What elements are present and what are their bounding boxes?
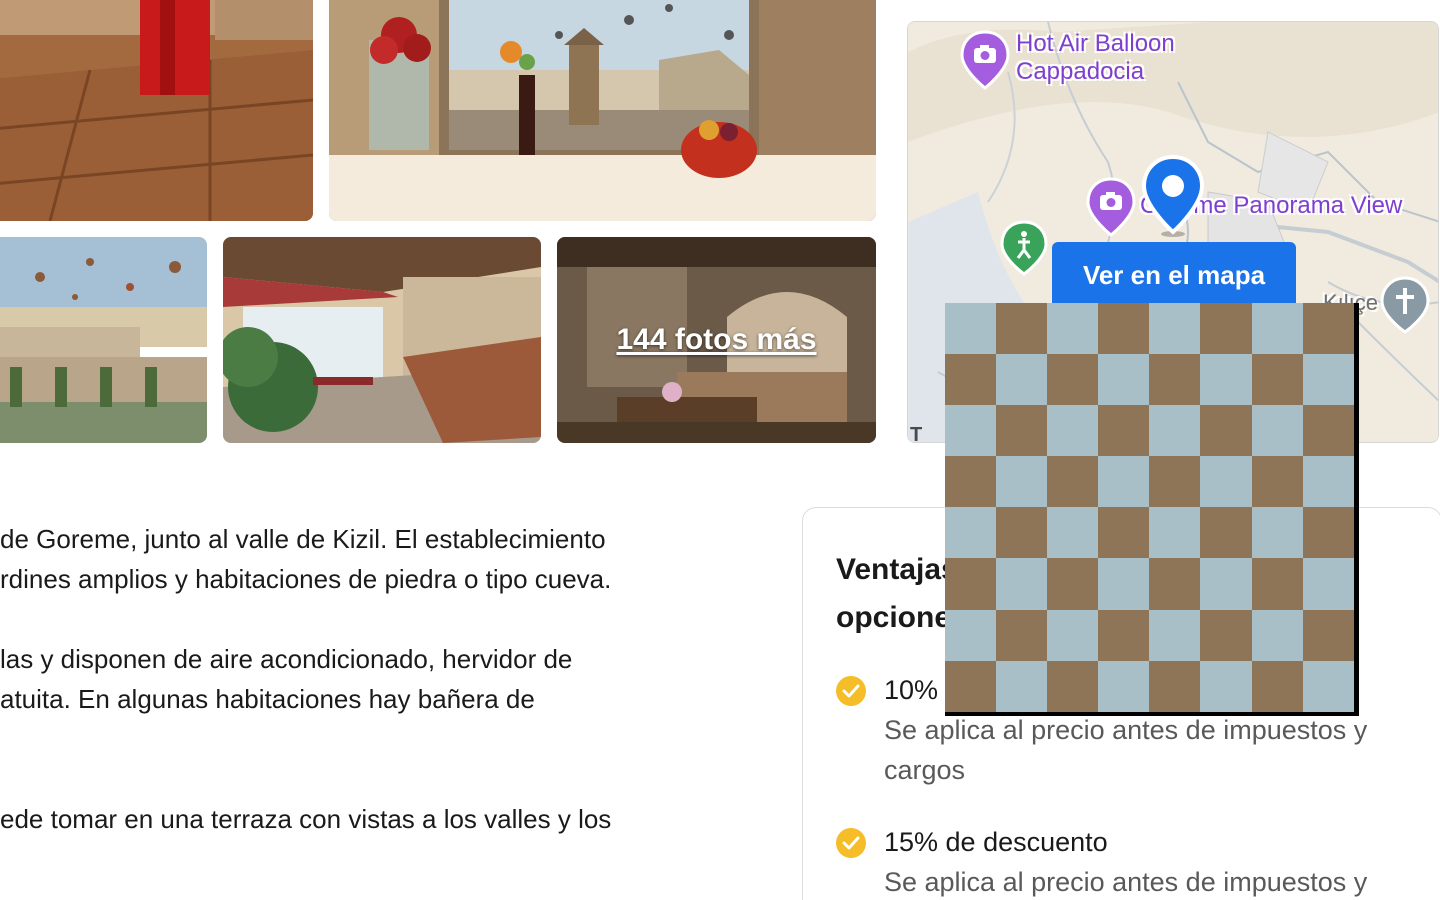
checker-square [1251, 405, 1303, 457]
checker-square [1251, 507, 1303, 559]
checker-square [1098, 354, 1150, 406]
checker-square [1200, 456, 1252, 508]
checker-square [1047, 558, 1099, 610]
checker-square [1047, 303, 1099, 355]
checker-square [1200, 507, 1252, 559]
description-line: las y disponen de aire acondicionado, he… [0, 644, 573, 674]
checker-square [1200, 354, 1252, 406]
checker-square [996, 405, 1048, 457]
checker-square [1098, 405, 1150, 457]
benefit-title: 10% [884, 675, 939, 705]
checker-square [1149, 558, 1201, 610]
checker-square [1098, 609, 1150, 661]
checker-square [1251, 354, 1303, 406]
checker-square [996, 558, 1048, 610]
checker-square [1200, 303, 1252, 355]
checker-square [945, 558, 997, 610]
checker-square [1200, 558, 1252, 610]
checker-square [1149, 354, 1201, 406]
description-line: atuita. En algunas habitaciones hay bañe… [0, 684, 535, 714]
checker-square [945, 303, 997, 355]
checker-square [996, 354, 1048, 406]
benefits-title-line1: Ventajas [836, 553, 958, 586]
checkerboard-overlay [945, 303, 1359, 716]
checker-square [1098, 660, 1150, 712]
checker-square [945, 354, 997, 406]
checker-square [1098, 456, 1150, 508]
camera-poi-icon-panorama[interactable] [1086, 177, 1136, 239]
checker-square [1098, 558, 1150, 610]
checker-square [1047, 609, 1099, 661]
checker-square [996, 456, 1048, 508]
description-line: ede tomar en una terraza con vistas a lo… [0, 804, 612, 834]
checker-square [1098, 303, 1150, 355]
checker-square [1302, 354, 1354, 406]
checker-square [1149, 660, 1201, 712]
checker-square [1251, 303, 1303, 355]
page: 144 fotos más Hot Air BalloonCappadocia [0, 0, 1440, 900]
park-poi-icon[interactable] [1000, 220, 1048, 278]
checker-square [1302, 660, 1354, 712]
checker-square [1251, 558, 1303, 610]
checker-square [1098, 507, 1150, 559]
checker-square [1047, 405, 1099, 457]
checker-square [1302, 558, 1354, 610]
checker-square [1047, 354, 1099, 406]
hotel-location-pin-icon[interactable] [1140, 154, 1206, 238]
checker-square [1047, 660, 1099, 712]
checker-square [1149, 507, 1201, 559]
checker-square [1149, 456, 1201, 508]
benefit-detail: Se aplica al precio antes de impuestos y [884, 867, 1368, 897]
checker-square [1200, 405, 1252, 457]
checkmark-icon [836, 828, 866, 858]
checker-square [996, 303, 1048, 355]
checker-square [1302, 456, 1354, 508]
description-line: de Goreme, junto al valle de Kizil. El e… [0, 524, 606, 554]
checker-square [1149, 609, 1201, 661]
checkmark-icon [836, 676, 866, 706]
checker-square [945, 609, 997, 661]
checker-square [1200, 609, 1252, 661]
checker-square [1251, 660, 1303, 712]
camera-poi-icon[interactable] [960, 30, 1010, 92]
description-line: rdines amplios y habitaciones de piedra … [0, 564, 612, 594]
checker-square [945, 456, 997, 508]
checker-square [1302, 507, 1354, 559]
church-poi-icon[interactable] [1380, 276, 1430, 336]
checker-square [1047, 507, 1099, 559]
checker-square [945, 405, 997, 457]
checker-square [996, 507, 1048, 559]
checker-square [996, 660, 1048, 712]
checker-square [1251, 456, 1303, 508]
checker-square [1149, 303, 1201, 355]
checker-square [996, 609, 1048, 661]
checker-square [1251, 609, 1303, 661]
checker-square [945, 507, 997, 559]
checker-square [1200, 660, 1252, 712]
checker-square [945, 660, 997, 712]
property-description: de Goreme, junto al valle de Kizil. El e… [0, 0, 760, 900]
map-attribution[interactable]: T [910, 424, 922, 442]
checker-square [1149, 405, 1201, 457]
checker-square [1047, 456, 1099, 508]
benefit-detail: Se aplica al precio antes de impuestos y… [884, 715, 1368, 785]
poi-label-hot-air-balloon[interactable]: Hot Air Balloon Cappadocia [1016, 30, 1175, 86]
checker-square [1302, 609, 1354, 661]
checker-square [1302, 405, 1354, 457]
benefit-title: 15% de descuento [884, 827, 1108, 857]
checker-square [1302, 303, 1354, 355]
